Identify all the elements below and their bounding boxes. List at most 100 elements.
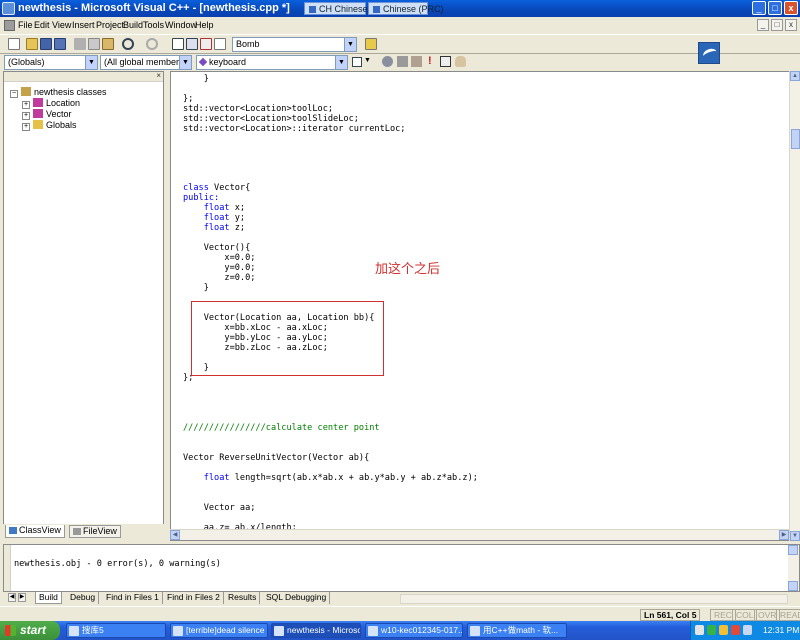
app-icon[interactable] (2, 2, 15, 15)
build-icon[interactable] (397, 56, 408, 67)
output-window-icon[interactable] (186, 38, 198, 50)
tab-results[interactable]: Results (225, 592, 261, 604)
paste-icon[interactable] (102, 38, 114, 50)
editor-vertical-scrollbar[interactable]: ▲ ▼ (789, 71, 800, 541)
tree-item-globals[interactable]: + Globals (22, 120, 77, 131)
tab-fileview[interactable]: FileView (69, 525, 121, 538)
tab-debug[interactable]: Debug (67, 592, 100, 604)
window-list-icon[interactable] (200, 38, 212, 50)
tree-root[interactable]: − newthesis classes (10, 87, 107, 98)
ime-input-indicator[interactable]: Chinese (PRC) (368, 2, 444, 15)
code-line: } (183, 74, 209, 84)
output-vertical-scrollbar[interactable] (788, 545, 799, 591)
cut-icon[interactable] (74, 38, 86, 50)
tray-icon[interactable] (707, 625, 716, 635)
ime-language-indicator[interactable]: CH Chinese (PRC) (304, 2, 395, 15)
expand-icon[interactable]: + (22, 123, 30, 131)
code-line: } (183, 283, 209, 293)
workspace-icon[interactable] (172, 38, 184, 50)
breakpoint-hand-icon[interactable] (455, 56, 466, 67)
minimize-button[interactable]: _ (752, 1, 766, 15)
tab-prev-icon[interactable]: ◀ (8, 593, 16, 602)
execute-icon[interactable]: ! (428, 55, 432, 67)
expand-icon[interactable]: + (22, 101, 30, 109)
volume-icon[interactable] (743, 625, 752, 635)
code-line: std::vector<Location>::iterator currentL… (183, 124, 406, 134)
function-combo[interactable]: keyboard ▼ (196, 55, 348, 70)
tab-next-icon[interactable]: ▶ (18, 593, 26, 602)
wizard-actions-icon[interactable] (352, 57, 362, 67)
editor-horizontal-scrollbar[interactable]: ◀ ▶ (170, 529, 789, 540)
redo-icon[interactable] (146, 38, 158, 50)
menu-file[interactable]: File (18, 20, 33, 30)
save-icon[interactable] (40, 38, 52, 50)
taskbar-item[interactable]: 用C++做math - 软... (467, 623, 567, 638)
tray-icon[interactable] (731, 625, 740, 635)
chevron-down-icon[interactable]: ▼ (344, 38, 356, 51)
panel-grip[interactable] (4, 545, 11, 591)
tree-item-vector[interactable]: + Vector (22, 109, 72, 120)
chevron-down-icon[interactable]: ▼ (179, 56, 191, 69)
doc-minimize-button[interactable]: _ (757, 19, 769, 31)
menu-window[interactable]: Window (165, 20, 197, 30)
output-horizontal-scrollbar[interactable] (400, 594, 788, 604)
menu-insert[interactable]: Insert (72, 20, 95, 30)
copy-icon[interactable] (88, 38, 100, 50)
members-combo[interactable]: (All global members ▼ (100, 55, 192, 70)
undo-icon[interactable] (122, 38, 134, 50)
scroll-left-icon[interactable]: ◀ (170, 530, 180, 540)
chevron-down-icon[interactable]: ▼ (335, 56, 347, 69)
find-combo[interactable]: Bomb ▼ (232, 37, 357, 52)
scroll-thumb[interactable] (791, 129, 800, 149)
document-icon[interactable] (4, 20, 15, 31)
close-icon[interactable]: × (156, 71, 161, 80)
tab-build[interactable]: Build (35, 592, 62, 604)
find-in-files-icon[interactable] (214, 38, 226, 50)
menu-help[interactable]: Help (195, 20, 214, 30)
doc-restore-button[interactable]: □ (771, 19, 783, 31)
start-button[interactable]: start (0, 621, 60, 640)
menu-tools[interactable]: Tools (143, 20, 164, 30)
class-icon (33, 109, 43, 118)
scroll-down-icon[interactable] (788, 581, 798, 591)
menu-edit[interactable]: Edit (34, 20, 50, 30)
menu-project[interactable]: Project (96, 20, 124, 30)
taskbar-item[interactable]: w10-kec012345-017.... (365, 623, 463, 638)
clock[interactable]: 12:31 PM (763, 625, 799, 635)
scroll-right-icon[interactable]: ▶ (779, 530, 789, 540)
expand-icon[interactable]: + (22, 112, 30, 120)
code-editor[interactable]: } }; std::vector<Location>toolLoc; std::… (170, 71, 800, 541)
tab-sql-debugging[interactable]: SQL Debugging (263, 592, 331, 604)
menu-view[interactable]: View (52, 20, 71, 30)
output-pane[interactable]: newthesis.obj - 0 error(s), 0 warning(s) (3, 544, 800, 592)
save-all-icon[interactable] (54, 38, 66, 50)
panel-grip[interactable]: × (4, 71, 163, 82)
taskbar-item[interactable]: [terrible]dead silence (170, 623, 268, 638)
stop-build-icon[interactable] (411, 56, 422, 67)
scroll-up-icon[interactable] (788, 545, 798, 555)
scroll-down-icon[interactable]: ▼ (790, 531, 800, 541)
taskbar-item-active[interactable]: newthesis - Microsoft... (271, 623, 361, 638)
tree-item-location[interactable]: + Location (22, 98, 80, 109)
tab-classview[interactable]: ClassView (5, 525, 65, 538)
chevron-down-icon[interactable]: ▼ (364, 57, 371, 64)
doc-close-button[interactable]: x (785, 19, 797, 31)
open-folder-icon[interactable] (26, 38, 38, 50)
tab-find-in-files-1[interactable]: Find in Files 1 (103, 592, 163, 604)
compile-icon[interactable] (382, 56, 393, 67)
menu-build[interactable]: Build (123, 20, 143, 30)
tray-icon[interactable] (695, 625, 704, 635)
search-binoculars-icon[interactable] (365, 38, 377, 50)
class-scope-combo[interactable]: (Globals) ▼ (4, 55, 98, 70)
code-line: float y; (203, 213, 246, 223)
collapse-icon[interactable]: − (10, 90, 18, 98)
chevron-down-icon[interactable]: ▼ (85, 56, 97, 69)
taskbar-item[interactable]: 搜库5 (66, 623, 166, 638)
tab-find-in-files-2[interactable]: Find in Files 2 (164, 592, 224, 604)
go-icon[interactable] (440, 56, 451, 67)
scroll-up-icon[interactable]: ▲ (790, 71, 800, 81)
maximize-button[interactable]: □ (768, 1, 782, 15)
tray-icon[interactable] (719, 625, 728, 635)
close-button[interactable]: x (784, 1, 798, 15)
new-file-icon[interactable] (8, 38, 20, 50)
